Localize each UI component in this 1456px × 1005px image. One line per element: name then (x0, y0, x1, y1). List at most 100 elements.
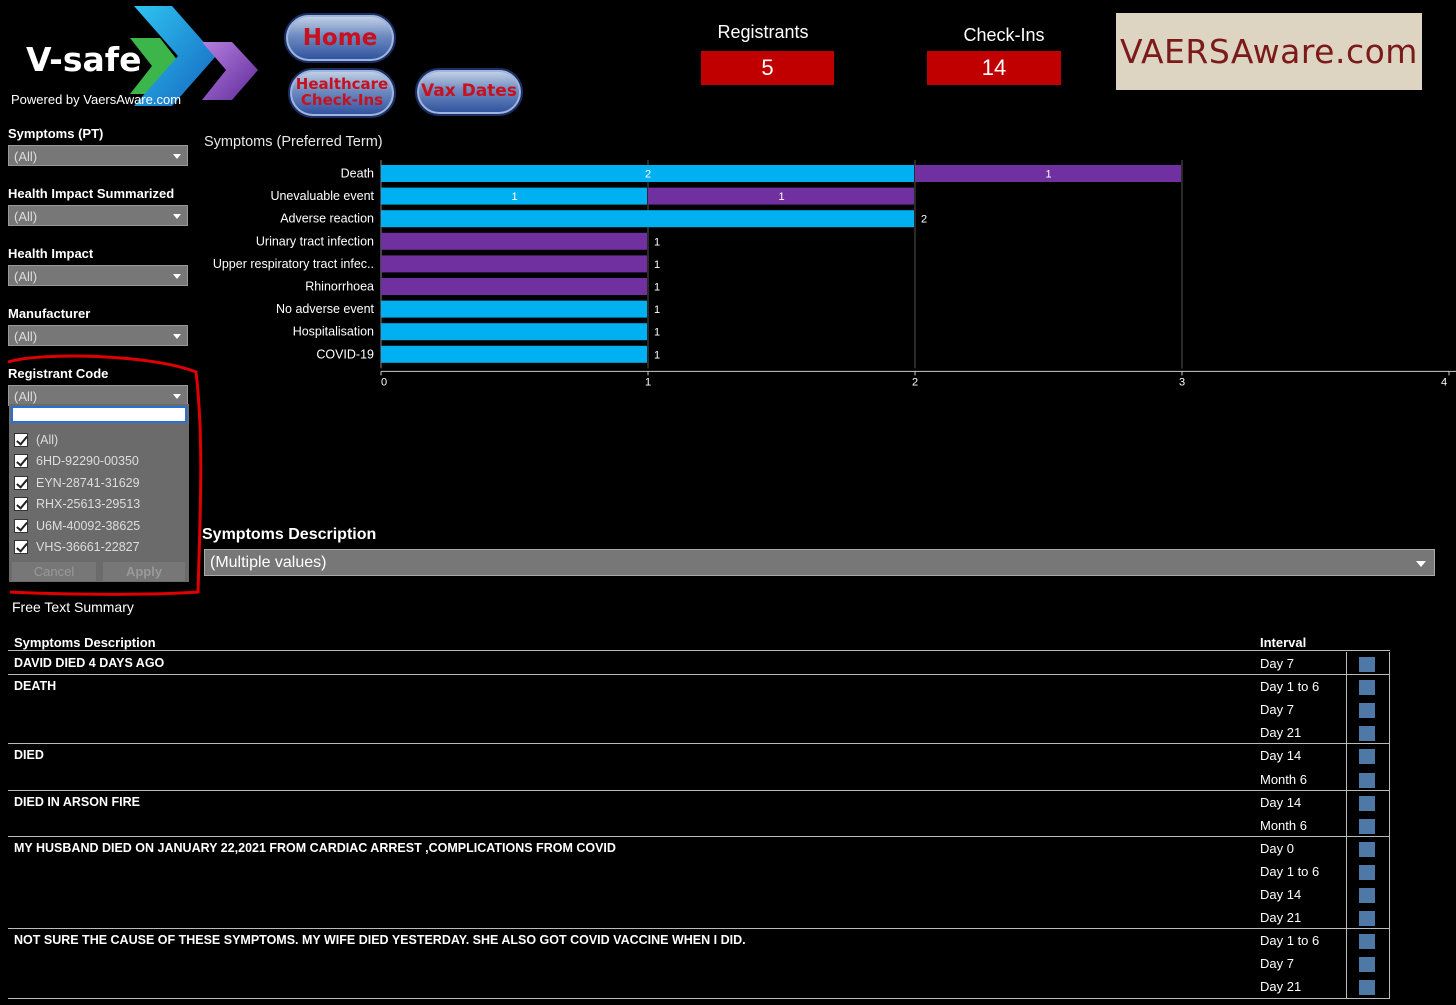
chart-title: Symptoms (Preferred Term) (204, 134, 383, 150)
data-label: 1 (654, 349, 660, 361)
table-row-interval: Day 14 (1260, 794, 1302, 810)
table-row-interval: Day 14 (1260, 887, 1302, 902)
data-label: 1 (654, 304, 660, 316)
table-row-divider (8, 674, 1390, 676)
category-label: Hospitalisation (293, 325, 374, 339)
x-tick-label: 3 (1179, 376, 1185, 388)
data-label: 2 (921, 214, 927, 226)
highlight-outline (7, 354, 203, 596)
vaersaware-brand-link[interactable]: VAERSAware.com (1116, 13, 1422, 90)
mark-square-icon[interactable] (1359, 818, 1375, 834)
data-label: 1 (654, 259, 660, 271)
data-label: 1 (511, 191, 517, 203)
mark-square-icon[interactable] (1359, 934, 1375, 950)
table-row-interval: Day 7 (1260, 656, 1294, 671)
table-row-description: DAVID DIED 4 DAYS AGO (14, 656, 165, 670)
mark-square-icon[interactable] (1359, 980, 1375, 996)
bar-segment (381, 323, 647, 341)
filter-symptoms-pt-value: (All) (14, 149, 38, 164)
filter-health-impact-select[interactable]: (All) (8, 265, 188, 286)
kpi-registrants-value: 5 (701, 51, 834, 85)
logo-title: V-safe (26, 40, 142, 79)
filter-manufacturer-select[interactable]: (All) (8, 325, 188, 346)
mark-square-icon[interactable] (1359, 749, 1375, 765)
data-label: 1 (1045, 169, 1051, 181)
symptoms-description-value: (Multiple values) (210, 554, 327, 571)
table-row-interval: Month 6 (1260, 817, 1307, 833)
table-row-interval: Day 7 (1260, 702, 1294, 718)
vax-dates-button[interactable]: Vax Dates (415, 68, 523, 116)
free-text-summary-title: Free Text Summary (12, 599, 134, 615)
home-button-label: Home (302, 24, 378, 51)
category-label: Rhinorrhoea (305, 280, 374, 294)
x-tick-label: 2 (912, 376, 918, 388)
mark-square-icon[interactable] (1359, 772, 1375, 788)
table-header-divider (8, 650, 1390, 651)
mark-square-icon[interactable] (1359, 911, 1375, 927)
filter-health-impact-summarized-value: (All) (14, 209, 38, 224)
table-column-divider (1346, 652, 1347, 999)
kpi-registrants-label: Registrants (717, 22, 809, 42)
bar-segment (381, 300, 647, 318)
category-label: No adverse event (276, 302, 375, 316)
bar-segment (381, 210, 914, 228)
healthcare-checkins-button[interactable]: Healthcare Check-Ins (288, 68, 396, 118)
table-row-interval: Day 1 to 6 (1260, 933, 1320, 949)
table-row-divider (8, 743, 1390, 745)
table-row-interval: Day 1 to 6 (1260, 863, 1320, 879)
mark-square-icon[interactable] (1359, 888, 1375, 903)
bar-segment (381, 232, 647, 250)
x-tick-label: 1 (645, 376, 651, 388)
category-label: Upper respiratory tract infec.. (213, 257, 374, 271)
table-row-description: DEATH (14, 679, 57, 694)
table-row-divider (8, 997, 1390, 999)
symptoms-description-title: Symptoms Description (202, 526, 377, 543)
bar-segment (381, 255, 647, 273)
vax-dates-label: Vax Dates (421, 81, 517, 102)
table-row-interval: Day 21 (1260, 910, 1302, 926)
filter-health-impact-value: (All) (14, 269, 38, 284)
table-row-interval: Day 0 (1260, 840, 1294, 856)
category-label: Urinary tract infection (256, 234, 374, 248)
filter-health-impact-label: Health Impact (8, 246, 94, 261)
kpi-checkins-value: 14 (927, 51, 1061, 85)
bar-segment (381, 345, 647, 363)
chevron-down-icon (173, 214, 181, 219)
chevron-down-icon (173, 154, 181, 159)
table-row-description: NOT SURE THE CAUSE OF THESE SYMPTOMS. MY… (14, 933, 746, 948)
table-row-divider (8, 928, 1390, 930)
data-label: 1 (778, 191, 784, 203)
table-row-description: DIED (14, 748, 44, 763)
chevron-down-icon (173, 334, 181, 339)
chevron-down-icon (1416, 561, 1426, 567)
category-label: Adverse reaction (280, 212, 374, 226)
mark-square-icon[interactable] (1359, 703, 1375, 719)
mark-square-icon[interactable] (1359, 957, 1375, 973)
mark-square-icon[interactable] (1359, 841, 1375, 857)
filter-manufacturer-value: (All) (14, 329, 38, 344)
symptoms-description-select[interactable]: (Multiple values) (204, 549, 1435, 576)
table-row-interval: Day 7 (1260, 956, 1294, 972)
table-row-description: MY HUSBAND DIED ON JANUARY 22,2021 FROM … (14, 840, 616, 855)
chevron-down-icon (173, 274, 181, 279)
mark-square-icon[interactable] (1359, 864, 1375, 880)
home-button[interactable]: Home (284, 13, 396, 63)
symptoms-bar-chart: 0 1 2 3 4 Death 2 1 Unevaluable event 1 1 Adverse r… (213, 160, 1456, 388)
table-row-description: DIED IN ARSON FIRE (14, 794, 140, 809)
filter-symptoms-pt-select[interactable]: (All) (8, 145, 188, 166)
x-tick-label: 4 (1441, 376, 1447, 388)
mark-square-icon[interactable] (1359, 726, 1375, 742)
mark-square-icon[interactable] (1359, 680, 1375, 696)
powered-by-text: Powered by VaersAware.com (11, 92, 182, 107)
data-label: 1 (654, 327, 660, 339)
table-row-interval: Month 6 (1260, 771, 1307, 787)
col-header-interval: Interval (1260, 635, 1307, 650)
mark-square-icon[interactable] (1359, 795, 1375, 811)
category-label: Unevaluable event (270, 189, 374, 203)
category-label: Death (341, 167, 374, 181)
table-row-divider (8, 835, 1390, 837)
mark-square-icon[interactable] (1359, 657, 1375, 672)
filter-health-impact-summarized-select[interactable]: (All) (8, 205, 188, 226)
filter-health-impact-summarized-label: Health Impact Summarized (8, 186, 175, 201)
table-row-interval: Day 1 to 6 (1260, 679, 1320, 695)
